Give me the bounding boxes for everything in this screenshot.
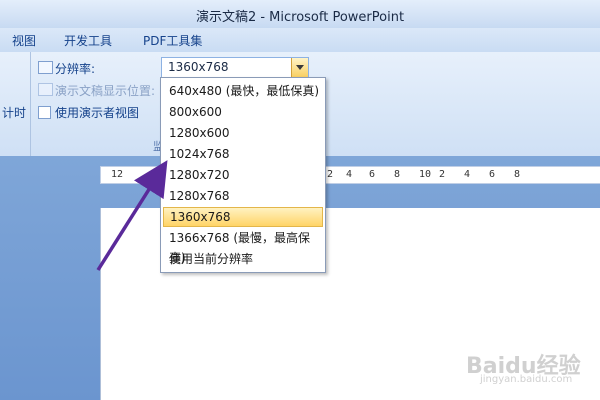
annotation-arrow (96, 160, 168, 271)
